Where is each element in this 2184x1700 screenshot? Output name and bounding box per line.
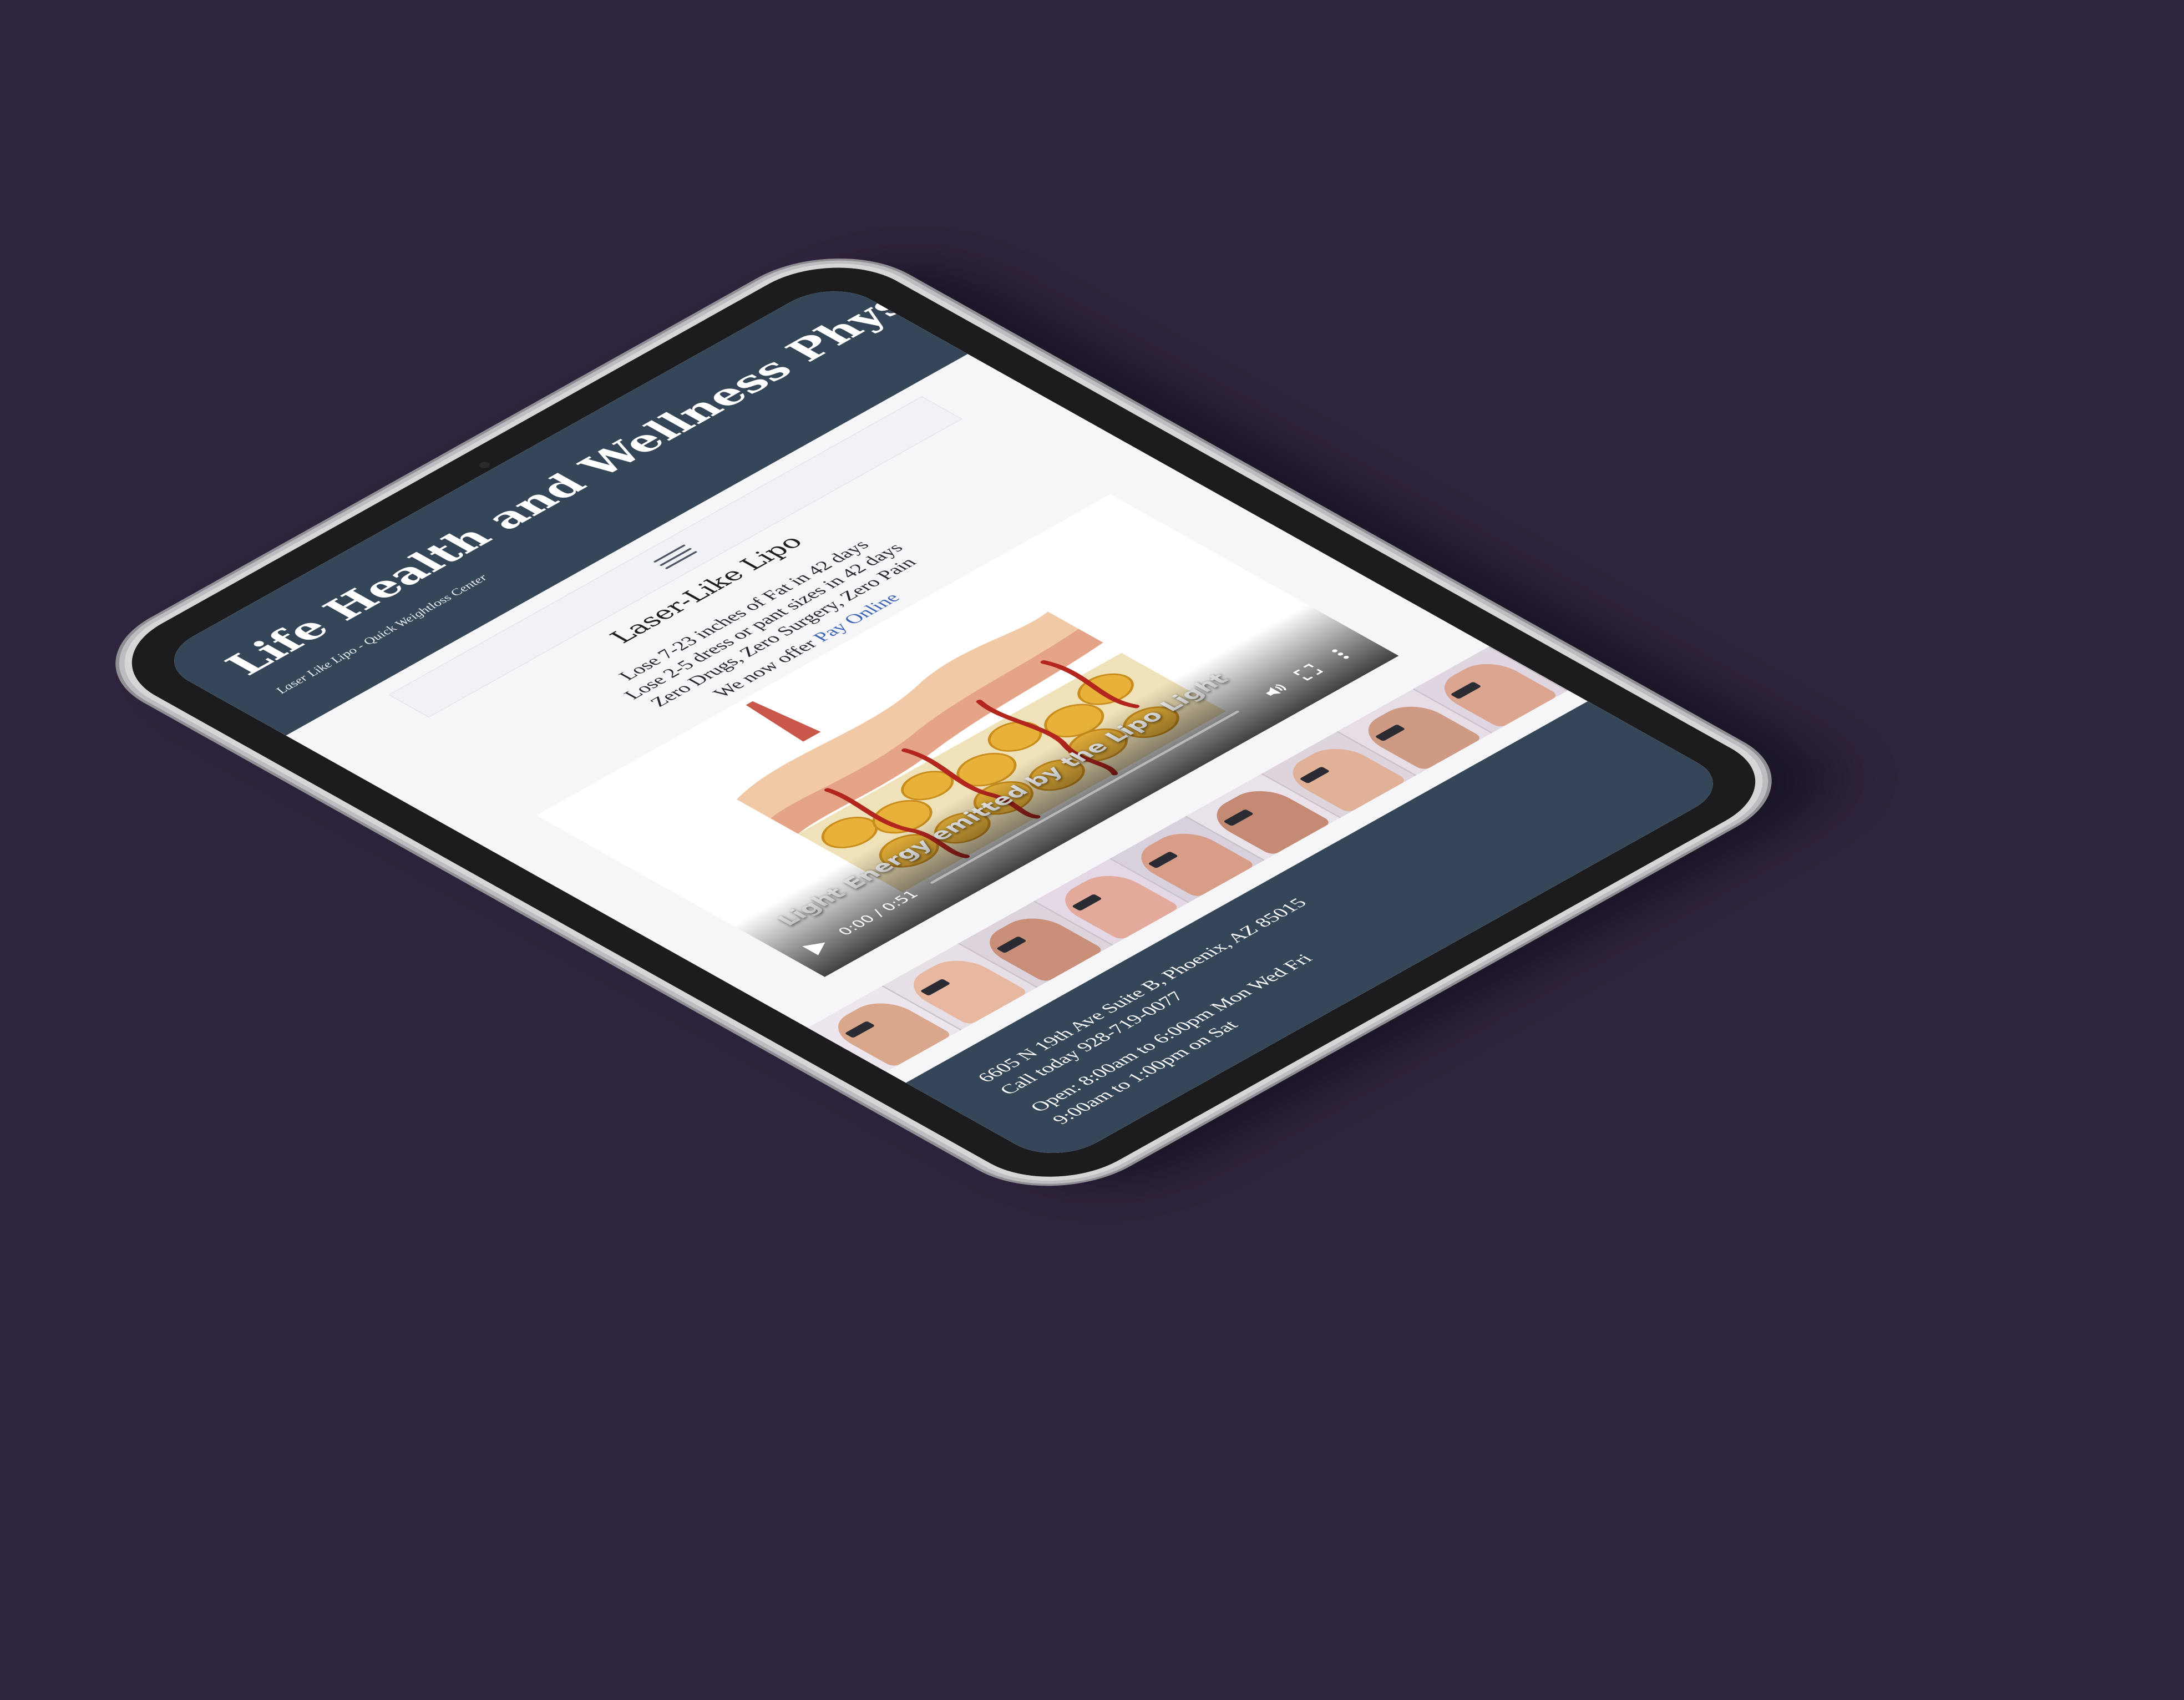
volume-icon[interactable] [1254, 678, 1298, 702]
video-time: 0:00 / 0:51 [834, 888, 923, 938]
camera-icon [477, 461, 493, 469]
tablet-screen: Life Health and Wellness Physique Laser … [151, 278, 1736, 1166]
tablet-device: Life Health and Wellness Physique Laser … [94, 241, 1871, 1207]
more-options-icon[interactable] [1319, 642, 1362, 666]
fullscreen-icon[interactable] [1286, 660, 1330, 684]
play-icon[interactable] [802, 938, 833, 955]
device-bezel: Life Health and Wellness Physique Laser … [94, 246, 1793, 1198]
video-progress-fill [930, 882, 933, 884]
scene: Life Health and Wellness Physique Laser … [0, 0, 2184, 1700]
hamburger-menu-icon[interactable] [653, 544, 698, 570]
